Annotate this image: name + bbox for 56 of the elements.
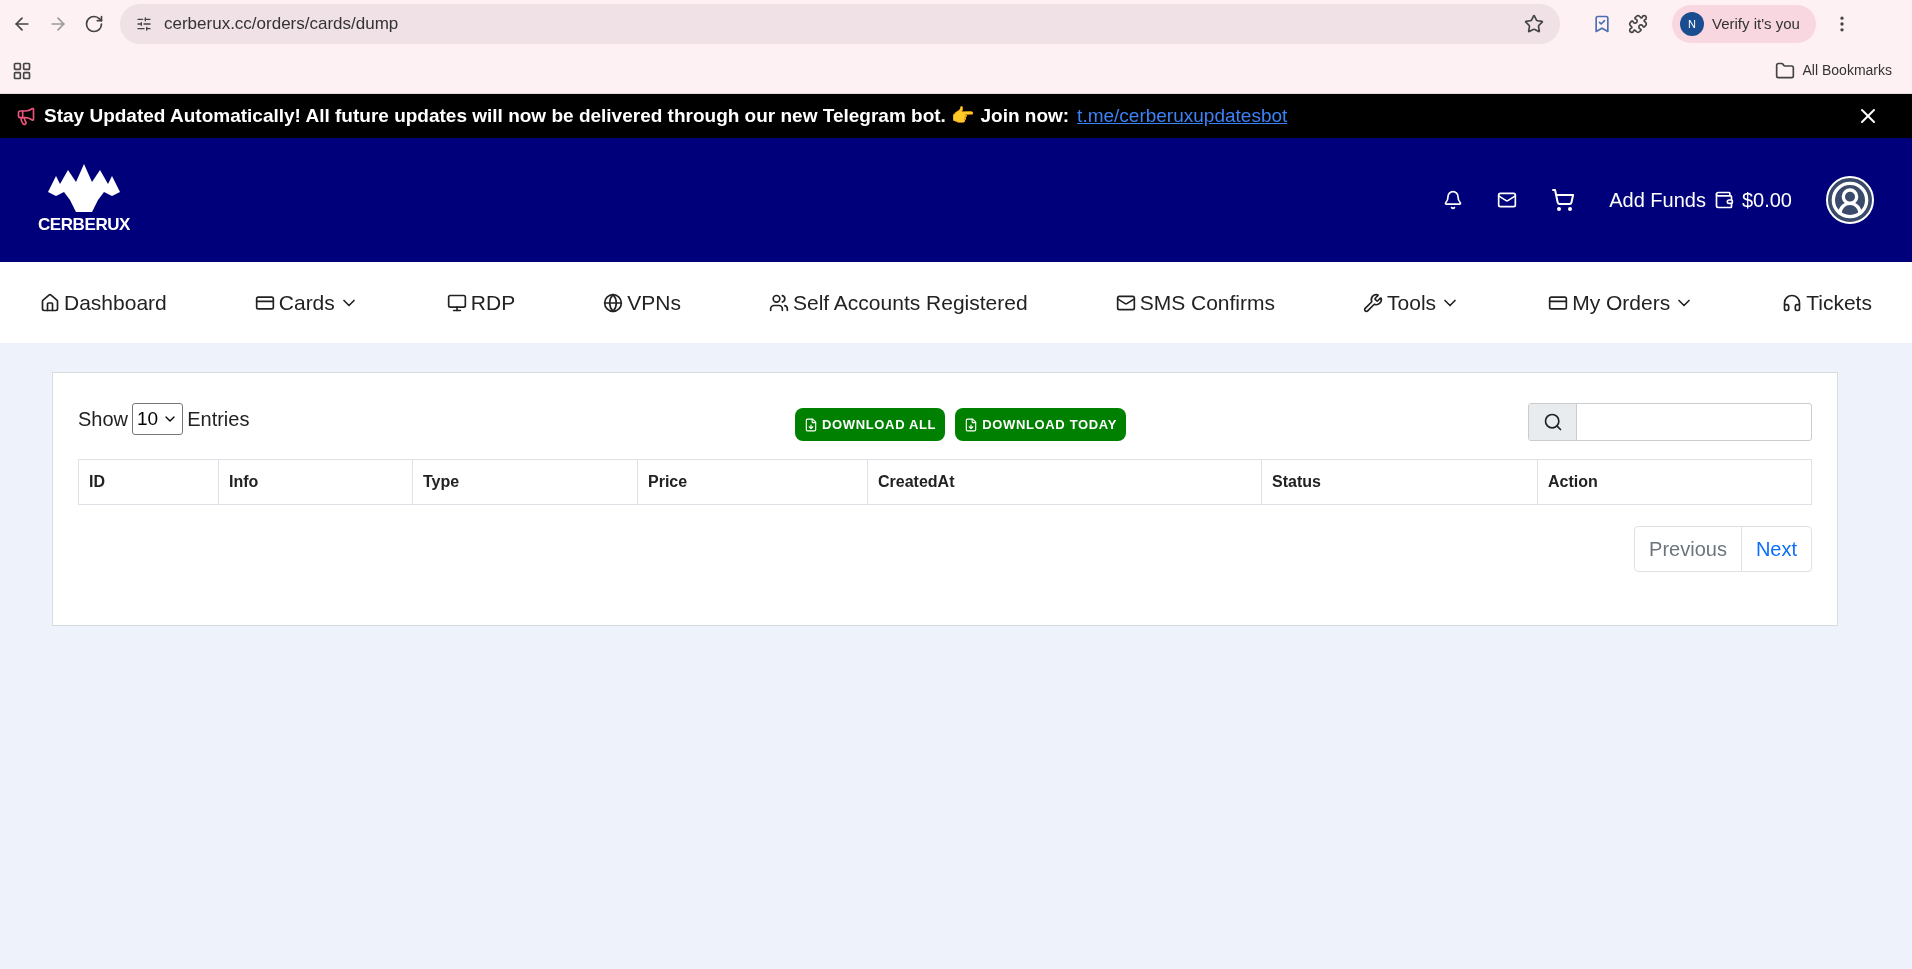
reload-icon[interactable] bbox=[84, 14, 104, 34]
address-bar[interactable]: cerberux.cc/orders/cards/dump bbox=[120, 4, 1560, 44]
logo-text: CERBERUX bbox=[38, 214, 130, 237]
nav-item[interactable]: Cards bbox=[254, 286, 359, 319]
nav-item[interactable]: SMS Confirms bbox=[1115, 286, 1276, 319]
nav-item[interactable]: RDP bbox=[446, 286, 516, 319]
download-button[interactable]: DOWNLOAD ALL bbox=[795, 408, 946, 441]
nav-item[interactable]: VPNs bbox=[603, 286, 681, 319]
headset-icon bbox=[1782, 292, 1803, 313]
column-header[interactable]: Action bbox=[1537, 460, 1811, 504]
users-icon bbox=[769, 292, 789, 313]
column-header[interactable]: Type bbox=[412, 460, 637, 504]
profile-avatar: N bbox=[1680, 12, 1704, 36]
nav-item[interactable]: Dashboard bbox=[40, 286, 167, 319]
apps-icon[interactable] bbox=[12, 60, 32, 81]
entries-label: Entries bbox=[187, 407, 250, 432]
telegram-link[interactable]: t.me/cerberuxupdatesbot bbox=[1077, 101, 1288, 131]
column-header[interactable]: ID bbox=[79, 460, 218, 504]
tools-icon bbox=[1363, 292, 1384, 313]
folder-icon bbox=[1774, 60, 1795, 81]
bookmark-icon[interactable] bbox=[1592, 14, 1612, 34]
avatar-icon[interactable] bbox=[1826, 176, 1874, 224]
bookmarks-folder[interactable]: All Bookmarks bbox=[1774, 60, 1892, 81]
profile-button[interactable]: N Verify it's you bbox=[1672, 5, 1816, 43]
column-header[interactable]: Price bbox=[637, 460, 867, 504]
nav-item[interactable]: My Orders bbox=[1548, 286, 1695, 319]
entries-select[interactable]: 10 bbox=[132, 403, 184, 435]
file-download-icon bbox=[964, 417, 979, 432]
globe-icon bbox=[603, 292, 624, 313]
column-header[interactable]: CreatedAt bbox=[867, 460, 1261, 504]
pagination-button[interactable]: Next bbox=[1740, 527, 1811, 571]
star-icon[interactable] bbox=[1524, 14, 1544, 34]
download-button[interactable]: DOWNLOAD TODAY bbox=[955, 408, 1126, 441]
megaphone-icon bbox=[16, 106, 36, 126]
file-download-icon bbox=[804, 417, 818, 432]
column-header[interactable]: Status bbox=[1261, 460, 1537, 504]
bell-icon[interactable] bbox=[1443, 190, 1464, 210]
balance-text: $0.00 bbox=[1741, 188, 1792, 213]
envelope-icon[interactable] bbox=[1497, 190, 1518, 210]
nav-item[interactable]: Tickets bbox=[1782, 286, 1872, 319]
add-funds-link[interactable]: Add Funds bbox=[1609, 185, 1706, 215]
monitor-icon bbox=[446, 292, 467, 313]
search-icon bbox=[1542, 412, 1563, 432]
site-settings-icon[interactable] bbox=[136, 16, 152, 32]
extensions-icon[interactable] bbox=[1628, 14, 1648, 34]
nav-item[interactable]: Self Accounts Registered bbox=[769, 286, 1028, 319]
announcement-text: Stay Updated Automatically! All future updates will now be delivered through our new Telegram bot. 👉 Join now: bbox=[44, 103, 1070, 128]
home-icon bbox=[40, 292, 60, 313]
cart-icon[interactable] bbox=[1551, 188, 1576, 212]
nav-item[interactable]: Tools bbox=[1363, 286, 1461, 319]
search-field[interactable] bbox=[1528, 403, 1812, 441]
wallet-icon bbox=[1713, 190, 1734, 210]
column-header[interactable]: Info bbox=[218, 460, 412, 504]
show-label: Show bbox=[78, 407, 129, 432]
logo[interactable]: CERBERUX bbox=[38, 162, 130, 238]
url-text: cerberux.cc/orders/cards/dump bbox=[164, 13, 400, 36]
